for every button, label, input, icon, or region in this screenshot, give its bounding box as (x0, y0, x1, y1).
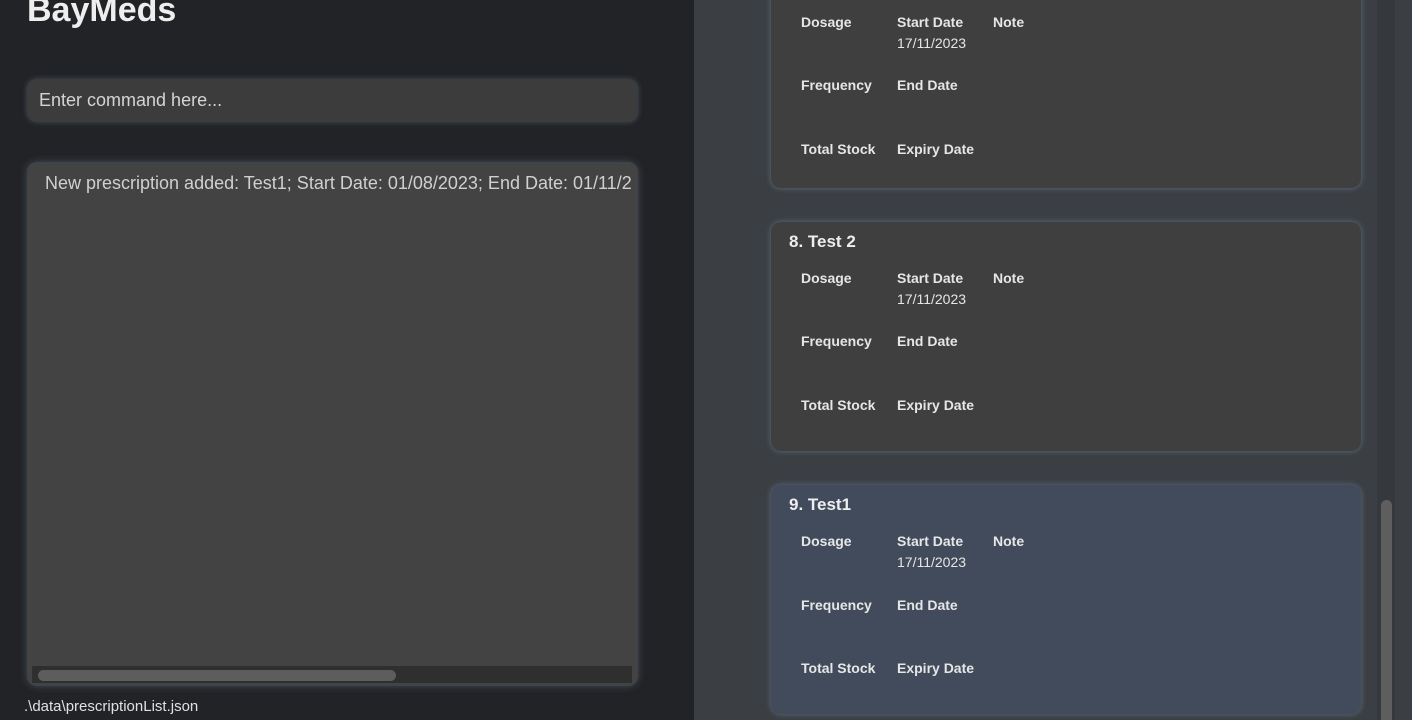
left-panel: BayMeds New prescription added: Test1; S… (0, 0, 694, 720)
note-label: Note (993, 533, 1025, 549)
expiry-date-label: Expiry Date (897, 141, 975, 157)
frequency-label: Frequency (801, 333, 872, 349)
frequency-label: Frequency (801, 597, 872, 613)
end-date-label: End Date (897, 333, 958, 349)
result-display[interactable]: New prescription added: Test1; Start Dat… (27, 162, 638, 686)
dosage-label: Dosage (801, 270, 852, 286)
end-date-label: End Date (897, 77, 958, 93)
status-bar-file-path: .\data\prescriptionList.json (24, 698, 199, 715)
prescription-card-selected[interactable]: 9. Test1 Dosage Start Date 17/11/2023 No… (771, 485, 1361, 714)
dosage-label: Dosage (801, 14, 852, 30)
total-stock-label: Total Stock (801, 141, 876, 157)
command-box[interactable] (27, 79, 638, 122)
vertical-scrollbar[interactable] (1377, 0, 1395, 720)
start-date-value: 17/11/2023 (897, 35, 967, 51)
end-date-label: End Date (897, 597, 958, 613)
start-date-label: Start Date (897, 533, 964, 549)
prescription-title: 8. Test 2 (789, 232, 856, 251)
note-label: Note (993, 14, 1025, 30)
prescription-list-panel[interactable]: Dosage Start Date 17/11/2023 Note Freque… (694, 0, 1412, 720)
total-stock-label: Total Stock (801, 397, 876, 413)
result-text: New prescription added: Test1; Start Dat… (45, 173, 632, 193)
prescription-card[interactable]: 8. Test 2 Dosage Start Date 17/11/2023 N… (771, 222, 1361, 451)
app-title: BayMeds (27, 0, 177, 29)
start-date-value: 17/11/2023 (897, 291, 967, 307)
note-label: Note (993, 270, 1025, 286)
command-input[interactable] (39, 90, 638, 111)
start-date-value: 17/11/2023 (897, 554, 967, 570)
vertical-scrollbar-thumb[interactable] (1381, 500, 1392, 720)
total-stock-label: Total Stock (801, 660, 876, 676)
prescription-title: 9. Test1 (789, 495, 852, 514)
horizontal-scrollbar-thumb[interactable] (38, 670, 396, 681)
expiry-date-label: Expiry Date (897, 397, 975, 413)
dosage-label: Dosage (801, 533, 852, 549)
start-date-label: Start Date (897, 14, 964, 30)
expiry-date-label: Expiry Date (897, 660, 975, 676)
frequency-label: Frequency (801, 77, 872, 93)
start-date-label: Start Date (897, 270, 964, 286)
horizontal-scrollbar[interactable] (32, 666, 632, 683)
prescription-card[interactable]: Dosage Start Date 17/11/2023 Note Freque… (771, 0, 1361, 188)
